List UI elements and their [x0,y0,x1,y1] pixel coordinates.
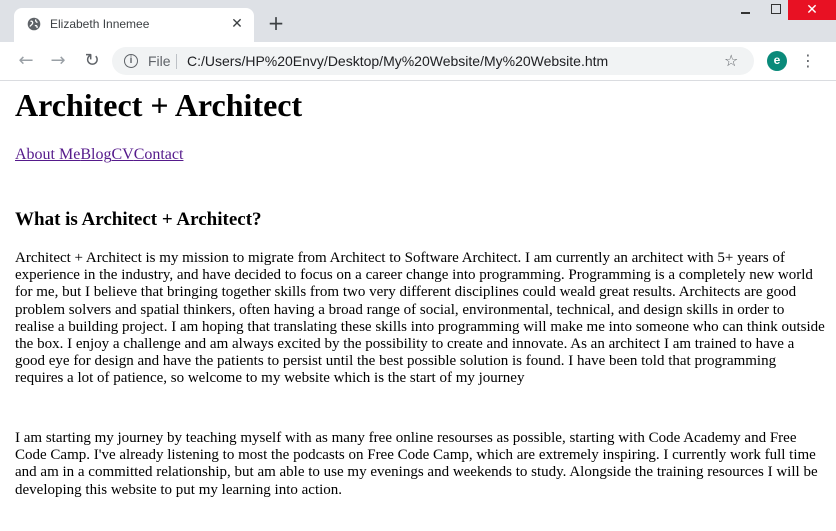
back-icon[interactable]: ← [12,47,40,75]
star-icon[interactable]: ☆ [724,50,738,72]
tab-title: Elizabeth Innemee [50,17,150,31]
nav-link-blog[interactable]: Blog [80,146,111,163]
browser-titlebar: Elizabeth Innemee ✕ + ✕ [0,0,836,42]
forward-icon[interactable]: → [44,47,72,75]
nav-link-about-me[interactable]: About Me [15,146,80,163]
page-title: Architect + Architect [15,87,303,123]
profile-avatar[interactable]: e [767,51,787,71]
kebab-menu-icon[interactable]: ⋮ [800,51,816,71]
page-content: Architect + Architect About MeBlogCVCont… [0,81,836,531]
browser-toolbar: ← → ↻ i File C:/Users/HP%20Envy/Desktop/… [0,42,836,81]
nav-link-contact[interactable]: Contact [134,146,184,163]
tab-close-icon[interactable]: ✕ [228,15,246,33]
address-bar[interactable]: i File C:/Users/HP%20Envy/Desktop/My%20W… [112,47,754,75]
info-icon[interactable]: i [124,54,138,68]
site-nav: About MeBlogCVContact [15,146,183,164]
new-tab-button[interactable]: + [265,12,287,34]
minimize-button[interactable] [729,0,763,22]
close-window-button[interactable]: ✕ [788,0,836,20]
reload-icon[interactable]: ↻ [78,47,106,75]
globe-icon [27,17,41,31]
intro-paragraph: Architect + Architect is my mission to m… [15,250,825,387]
url-text[interactable]: C:/Users/HP%20Envy/Desktop/My%20Website/… [187,53,608,69]
journey-paragraph: I am starting my journey by teaching mys… [15,430,818,498]
address-separator [176,54,177,69]
section-heading: What is Architect + Architect? [15,209,262,230]
maximize-button[interactable] [763,0,791,22]
nav-link-cv[interactable]: CV [111,146,133,163]
browser-tab[interactable]: Elizabeth Innemee ✕ [14,8,254,42]
url-scheme-label: File [148,53,171,69]
